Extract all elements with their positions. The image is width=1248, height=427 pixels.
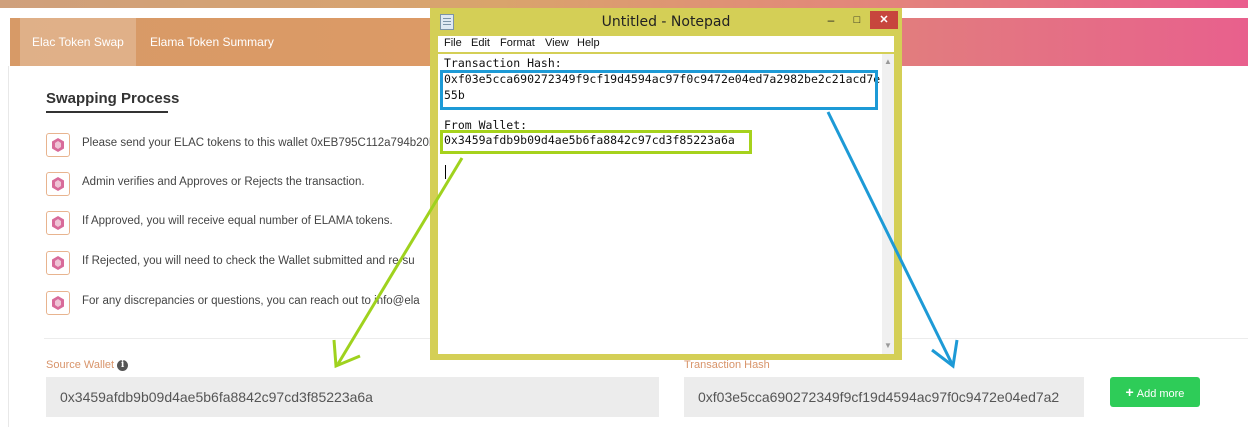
notepad-titlebar[interactable]: Untitled - Notepad – □ ✕	[430, 8, 902, 36]
hexagon-logo-icon	[46, 133, 70, 157]
menu-format[interactable]: Format	[500, 37, 535, 49]
step-text: Admin verifies and Approves or Rejects t…	[82, 176, 365, 188]
notepad-window: Untitled - Notepad – □ ✕ File Edit Forma…	[430, 8, 902, 360]
info-icon[interactable]: i	[117, 359, 129, 371]
content-border	[8, 66, 9, 427]
source-wallet-label: Source Wallet i	[46, 359, 129, 371]
step-text: If Approved, you will receive equal numb…	[82, 215, 393, 227]
maximize-icon[interactable]: □	[844, 12, 870, 30]
title-underline	[46, 111, 168, 113]
text-caret	[445, 165, 446, 179]
highlight-from-wallet	[440, 130, 752, 154]
top-gradient-bar	[0, 0, 1248, 8]
add-more-button[interactable]: + Add more	[1110, 377, 1200, 407]
menu-edit[interactable]: Edit	[471, 37, 490, 49]
hexagon-logo-icon	[46, 172, 70, 196]
tab-elama-token-summary[interactable]: Elama Token Summary	[150, 18, 274, 66]
scroll-down-icon[interactable]: ▼	[882, 340, 894, 352]
add-more-label: Add more	[1136, 388, 1185, 400]
menu-file[interactable]: File	[444, 37, 462, 49]
source-wallet-input[interactable]: 0x3459afdb9b09d4ae5b6fa8842c97cd3f85223a…	[46, 377, 659, 417]
tab-elac-token-swap[interactable]: Elac Token Swap	[20, 18, 136, 66]
plus-icon: +	[1125, 384, 1134, 400]
minimize-icon[interactable]: –	[818, 12, 844, 30]
step-text: Please send your ELAC tokens to this wal…	[82, 137, 437, 149]
step-text: For any discrepancies or questions, you …	[82, 295, 420, 307]
close-icon[interactable]: ✕	[870, 11, 898, 29]
highlight-transaction-hash	[440, 70, 878, 110]
section-title: Swapping Process	[46, 90, 180, 107]
text-line: Transaction Hash:	[444, 56, 562, 70]
menu-view[interactable]: View	[545, 37, 569, 49]
transaction-hash-label: Transaction Hash	[684, 359, 770, 371]
hexagon-logo-icon	[46, 291, 70, 315]
step-text: If Rejected, you will need to check the …	[82, 255, 415, 267]
menu-help[interactable]: Help	[577, 37, 600, 49]
scroll-up-icon[interactable]: ▲	[882, 56, 894, 68]
hexagon-logo-icon	[46, 251, 70, 275]
notepad-scrollbar[interactable]: ▲ ▼	[882, 54, 894, 354]
notepad-text-area[interactable]: Transaction Hash: 0xf03e5cca690272349f9c…	[438, 54, 882, 354]
notepad-menubar: File Edit Format View Help	[438, 36, 894, 52]
transaction-hash-input[interactable]: 0xf03e5cca690272349f9cf19d4594ac97f0c947…	[684, 377, 1084, 417]
hexagon-logo-icon	[46, 211, 70, 235]
source-wallet-label-text: Source Wallet	[46, 359, 115, 371]
